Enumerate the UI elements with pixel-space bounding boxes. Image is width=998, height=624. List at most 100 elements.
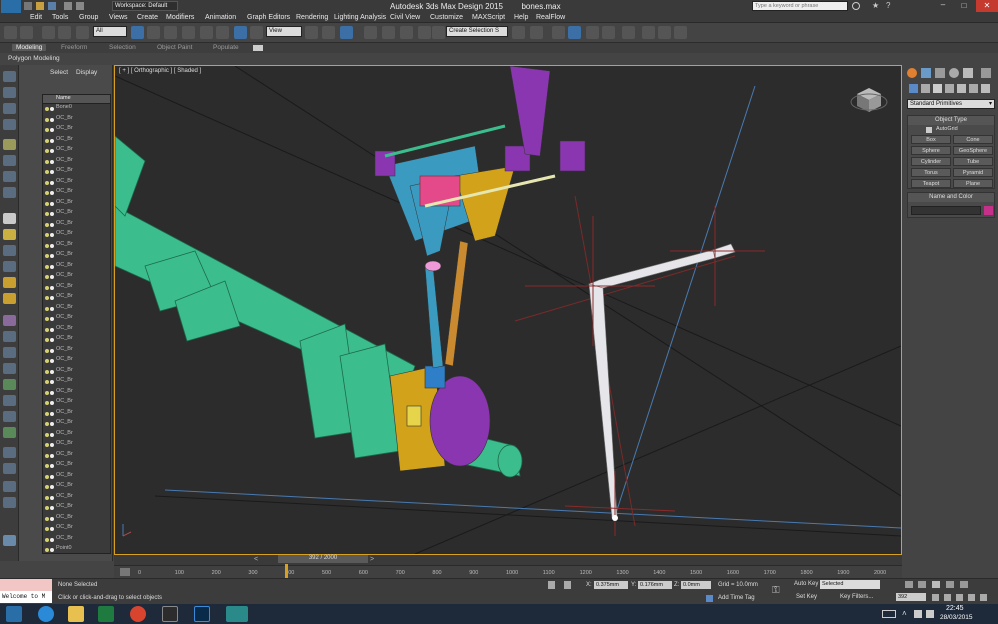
maxscript-output[interactable]: Welcome to M — [0, 591, 52, 603]
pivot-center-icon[interactable] — [305, 26, 318, 39]
particle-filter-icon[interactable] — [3, 315, 16, 326]
list-item[interactable]: OC_Br — [43, 440, 110, 451]
select-move-icon[interactable] — [200, 26, 213, 39]
list-item[interactable]: OC_Br — [43, 251, 110, 262]
menu-customize[interactable]: Customize — [430, 14, 463, 21]
select-none-icon[interactable] — [3, 411, 16, 422]
menu-graph-editors[interactable]: Graph Editors — [247, 14, 290, 21]
list-item[interactable]: OC_Br — [43, 430, 110, 441]
excel-icon[interactable] — [98, 606, 114, 622]
goto-end-icon[interactable] — [960, 581, 968, 588]
tab-object-paint[interactable]: Object Paint — [157, 44, 192, 51]
angle-snap-icon[interactable] — [382, 26, 395, 39]
menu-create[interactable]: Create — [137, 14, 158, 21]
select-manipulate-icon[interactable] — [322, 26, 335, 39]
menu-help[interactable]: Help — [514, 14, 528, 21]
rectangle-selection-icon[interactable] — [164, 26, 177, 39]
percent-snap-icon[interactable] — [400, 26, 413, 39]
list-item[interactable]: OC_Br — [43, 304, 110, 315]
orbit-icon[interactable] — [968, 594, 975, 601]
list-item[interactable]: OC_Br — [43, 503, 110, 514]
list-item[interactable]: OC_Br — [43, 178, 110, 189]
menu-civil-view[interactable]: Civil View — [390, 14, 420, 21]
tab-select[interactable]: Select — [50, 69, 68, 76]
redo-icon[interactable] — [20, 26, 33, 39]
3dsmax-taskbar-icon[interactable] — [226, 606, 248, 622]
current-frame-marker[interactable] — [285, 564, 288, 578]
select-object-icon[interactable] — [131, 26, 144, 39]
viewport-perspective[interactable]: [ + ] [ Orthographic ] [ Shaded ] — [114, 65, 902, 555]
cone-button[interactable]: Cone — [953, 135, 993, 144]
keyboard-shortcut-override-icon[interactable] — [340, 26, 353, 39]
tab-modeling[interactable]: Modeling — [12, 44, 47, 51]
list-item[interactable]: OC_Br — [43, 188, 110, 199]
align-icon[interactable] — [530, 26, 543, 39]
lock-icon[interactable] — [3, 463, 16, 474]
network-icon[interactable] — [914, 610, 922, 618]
maxscript-listener[interactable] — [0, 579, 52, 591]
display-icon[interactable] — [3, 87, 16, 98]
select-all-icon[interactable] — [3, 395, 16, 406]
mirror-icon[interactable] — [512, 26, 525, 39]
ie-icon[interactable] — [38, 606, 54, 622]
list-item[interactable]: OC_Br — [43, 125, 110, 136]
tab-freeform[interactable]: Freeform — [61, 44, 87, 51]
list-item[interactable]: OC_Br — [43, 367, 110, 378]
select-place-icon[interactable] — [250, 26, 263, 39]
geometry-filter-icon[interactable] — [3, 277, 16, 288]
menu-modifiers[interactable]: Modifiers — [166, 14, 194, 21]
layer-manager-icon[interactable] — [552, 26, 565, 39]
redo-icon[interactable] — [76, 2, 84, 10]
hidden-filter-icon[interactable] — [3, 347, 16, 358]
bind-space-warp-icon[interactable] — [76, 26, 89, 39]
tab-populate[interactable]: Populate — [213, 44, 239, 51]
list-item[interactable]: OC_Br — [43, 461, 110, 472]
create-icon[interactable] — [3, 71, 16, 82]
list-item[interactable]: OC_Br — [43, 209, 110, 220]
list-item[interactable]: OC_Br — [43, 167, 110, 178]
lights-category-icon[interactable] — [933, 84, 942, 93]
zoom-icon[interactable] — [932, 594, 939, 601]
list-item[interactable]: Point0 — [43, 545, 110, 553]
y-coordinate-field[interactable]: 0.176mm — [638, 581, 672, 589]
hierarchy-tab-icon[interactable] — [935, 68, 945, 78]
z-coordinate-field[interactable]: 0.0mm — [681, 581, 711, 589]
edit-named-selection-icon[interactable] — [432, 26, 445, 39]
menu-maxscript[interactable]: MAXScript — [472, 14, 505, 21]
torus-button[interactable]: Torus — [911, 168, 951, 177]
list-item[interactable]: OC_Br — [43, 482, 110, 493]
reference-coordinate-dropdown[interactable]: View — [266, 26, 302, 37]
bone-filter-icon[interactable] — [3, 245, 16, 256]
sort-icon[interactable] — [3, 119, 16, 130]
next-frame-icon[interactable]: > — [370, 556, 374, 563]
polygon-modeling-label[interactable]: Polygon Modeling — [8, 55, 60, 62]
ribbon-options-icon[interactable] — [253, 45, 263, 51]
goto-start-icon[interactable] — [905, 581, 913, 588]
auto-key-button[interactable]: Auto Key — [794, 581, 818, 587]
undo-icon[interactable] — [64, 2, 72, 10]
open-file-icon[interactable] — [36, 2, 44, 10]
next-key-icon[interactable] — [946, 581, 954, 588]
undo-icon[interactable] — [4, 26, 17, 39]
object-type-header[interactable]: Object Type — [908, 116, 994, 125]
list-item[interactable]: OC_Br — [43, 398, 110, 409]
autogrid-checkbox[interactable] — [926, 127, 932, 133]
menu-realflow[interactable]: RealFlow — [536, 14, 565, 21]
helper-filter-icon[interactable] — [3, 171, 16, 182]
cylinder-button[interactable]: Cylinder — [911, 157, 951, 166]
name-and-color-header[interactable]: Name and Color — [908, 193, 994, 202]
menu-animation[interactable]: Animation — [205, 14, 236, 21]
list-item[interactable]: Bone0 — [43, 104, 110, 115]
display-tab-icon[interactable] — [963, 68, 973, 78]
menu-lighting-analysis[interactable]: Lighting Analysis — [334, 14, 386, 21]
camera-filter-icon[interactable] — [3, 155, 16, 166]
list-item[interactable]: OC_Br — [43, 472, 110, 483]
search-input[interactable] — [752, 1, 848, 11]
space-warp-filter-icon[interactable] — [3, 187, 16, 198]
play-icon[interactable] — [932, 581, 940, 588]
workspace-dropdown[interactable]: Workspace: Default — [112, 1, 178, 11]
helpers-category-icon[interactable] — [957, 84, 966, 93]
time-tag-icon[interactable] — [706, 595, 713, 602]
select-rotate-icon[interactable] — [216, 26, 229, 39]
object-color-swatch[interactable] — [984, 206, 993, 215]
